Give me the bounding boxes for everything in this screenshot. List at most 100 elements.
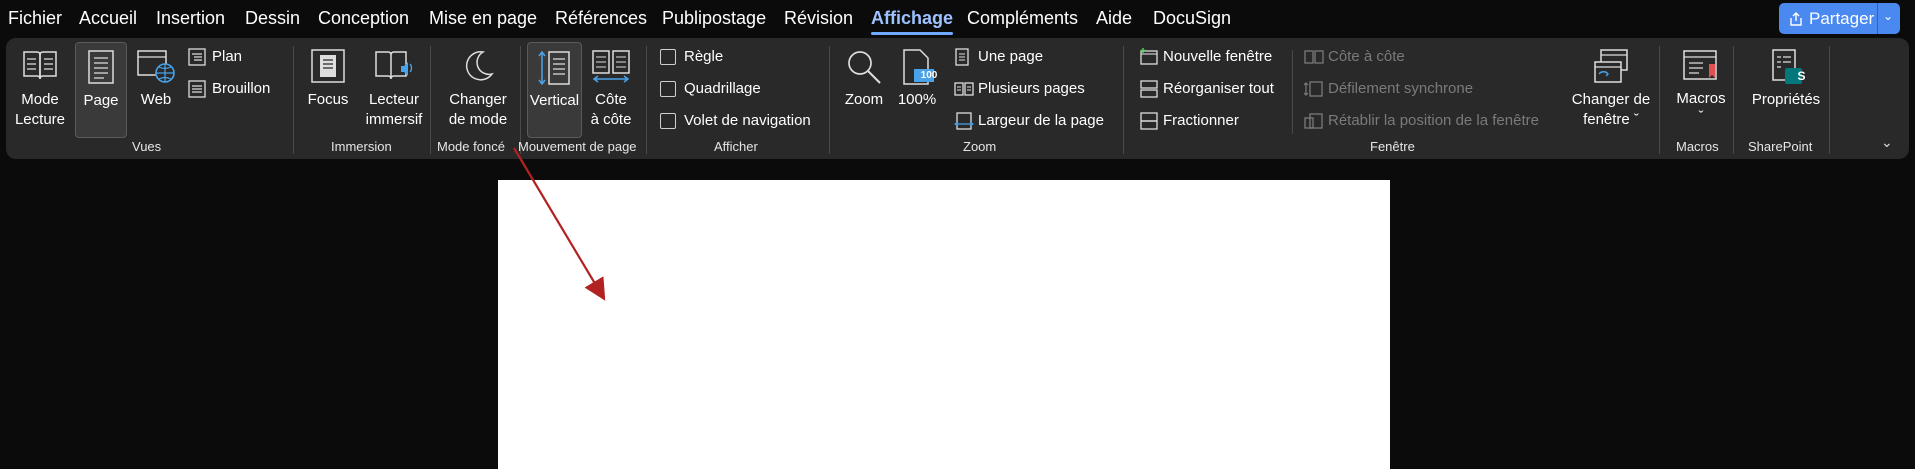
share-icon (1790, 12, 1802, 26)
group-divider (430, 46, 431, 154)
mode-lecture-label: Mode Lecture (14, 91, 66, 128)
regle-label: Règle (684, 48, 724, 65)
side-by-side-pages-icon (592, 50, 630, 83)
sync-scroll-icon (1304, 81, 1323, 97)
outline-list-icon (188, 48, 206, 66)
zoom-100-icon-badge: 100 (920, 70, 938, 81)
split-window-icon (1140, 112, 1158, 130)
group-label-mode-fonce: Mode foncé (437, 139, 505, 154)
menu-revision[interactable]: Révision (784, 8, 853, 29)
menu-docusign[interactable]: DocuSign (1153, 8, 1231, 29)
menu-mise-en-page[interactable]: Mise en page (429, 8, 537, 29)
group-divider (1733, 46, 1734, 154)
group-label-fenetre: Fenêtre (1370, 139, 1415, 154)
new-window-icon (1140, 48, 1158, 65)
changer-de-fenetre-label: Changer de fenêtre ˇ (1571, 91, 1651, 128)
group-divider (293, 46, 294, 154)
menu-insertion[interactable]: Insertion (156, 8, 225, 29)
book-open-icon (23, 51, 57, 80)
share-divider (1877, 3, 1878, 34)
zoom-100-label: 100% (897, 91, 937, 108)
immersive-reader-icon (375, 51, 413, 80)
vertical-label: Vertical (529, 92, 580, 109)
reorganiser-tout-label: Réorganiser tout (1163, 80, 1274, 97)
subgroup-divider (1292, 50, 1293, 134)
vertical-button[interactable]: Vertical (527, 42, 582, 138)
arrange-all-icon (1140, 80, 1158, 98)
share-label: Partager (1809, 9, 1875, 28)
vertical-scroll-icon (537, 50, 570, 86)
group-label-sharepoint: SharePoint (1748, 139, 1813, 154)
macros-label: Macros ˇ (1676, 90, 1726, 125)
proprietes-label: Propriétés (1751, 91, 1821, 108)
web-view-label: Web (140, 91, 172, 108)
changer-de-mode-button[interactable]: Changer de mode (440, 42, 516, 136)
group-label-zoom: Zoom (963, 139, 997, 154)
group-divider (520, 46, 521, 154)
web-globe-icon (137, 50, 175, 83)
menu-dessin[interactable]: Dessin (245, 8, 300, 29)
moon-icon (465, 51, 494, 81)
reset-window-position-icon (1304, 113, 1323, 129)
group-divider (1659, 46, 1660, 154)
menu-aide[interactable]: Aide (1096, 8, 1132, 29)
group-label-afficher: Afficher (714, 139, 758, 154)
group-divider (1123, 46, 1124, 154)
menu-affichage[interactable]: Affichage (871, 8, 954, 35)
group-label-mouvement: Mouvement de page (518, 139, 637, 154)
checkbox-unchecked[interactable] (660, 113, 676, 129)
une-page-label: Une page (978, 48, 1044, 65)
defilement-synchrone-label: Défilement synchrone (1328, 80, 1474, 97)
changer-de-mode-label: Changer de mode (448, 91, 508, 128)
draft-lines-icon (188, 80, 206, 98)
cote-a-cote-page-label: Côte à côte (590, 91, 632, 128)
cote-a-cote-page-button[interactable]: Côte à côte (586, 42, 636, 136)
group-label-immersion: Immersion (331, 139, 392, 154)
web-view-button[interactable]: Web (134, 42, 178, 136)
side-by-side-icon (1304, 50, 1324, 64)
page-icon (88, 50, 114, 84)
sharepoint-icon-letter: S (1797, 69, 1806, 83)
switch-windows-icon (1594, 49, 1628, 83)
brouillon-label: Brouillon (212, 80, 271, 97)
menu-publipostage[interactable]: Publipostage (662, 8, 766, 29)
proprietes-button[interactable]: S Propriétés (1745, 42, 1827, 136)
group-divider (646, 46, 647, 154)
group-label-macros: Macros (1676, 139, 1719, 154)
changer-de-fenetre-button[interactable]: Changer de fenêtre ˇ (1567, 42, 1655, 136)
plusieurs-pages-label: Plusieurs pages (978, 80, 1085, 97)
ribbon: Mode Lecture Page Web Plan Brouillon Vue… (6, 38, 1909, 159)
nouvelle-fenetre-label: Nouvelle fenêtre (1163, 48, 1273, 65)
multiple-pages-icon (954, 82, 974, 96)
zoom-label: Zoom (844, 91, 884, 108)
largeur-page-label: Largeur de la page (978, 112, 1104, 129)
menu-conception[interactable]: Conception (318, 8, 409, 29)
zoom-100-button[interactable]: 100 100% (894, 42, 940, 136)
menu-references[interactable]: Références (555, 8, 647, 29)
macros-icon (1683, 50, 1717, 80)
fractionner-label: Fractionner (1163, 112, 1239, 129)
lecteur-immersif-button[interactable]: Lecteur immersif (358, 42, 430, 136)
share-button[interactable]: Partager ⌄ (1779, 3, 1900, 34)
menu-bar: Fichier Accueil Insertion Dessin Concept… (0, 0, 1915, 37)
cote-a-cote-window-label: Côte à côte (1328, 48, 1405, 65)
collapse-ribbon-chevron-icon[interactable]: ⌄ (1881, 134, 1893, 151)
focus-button[interactable]: Focus (306, 42, 350, 136)
focus-icon (311, 49, 345, 83)
page-view-button[interactable]: Page (75, 42, 127, 138)
magnifier-icon (848, 51, 881, 84)
group-divider (829, 46, 830, 154)
page-width-icon (954, 112, 974, 130)
menu-fichier[interactable]: Fichier (8, 8, 62, 29)
macros-button[interactable]: Macros ˇ (1670, 42, 1732, 136)
quadrillage-label: Quadrillage (684, 80, 761, 97)
checkbox-unchecked[interactable] (660, 49, 676, 65)
group-divider (1829, 46, 1830, 154)
menu-complements[interactable]: Compléments (967, 8, 1078, 29)
menu-accueil[interactable]: Accueil (79, 8, 137, 29)
mode-lecture-button[interactable]: Mode Lecture (14, 42, 66, 136)
zoom-button[interactable]: Zoom (840, 42, 888, 136)
document-page[interactable] (498, 180, 1390, 469)
chevron-down-icon[interactable]: ⌄ (1883, 9, 1893, 23)
checkbox-unchecked[interactable] (660, 81, 676, 97)
